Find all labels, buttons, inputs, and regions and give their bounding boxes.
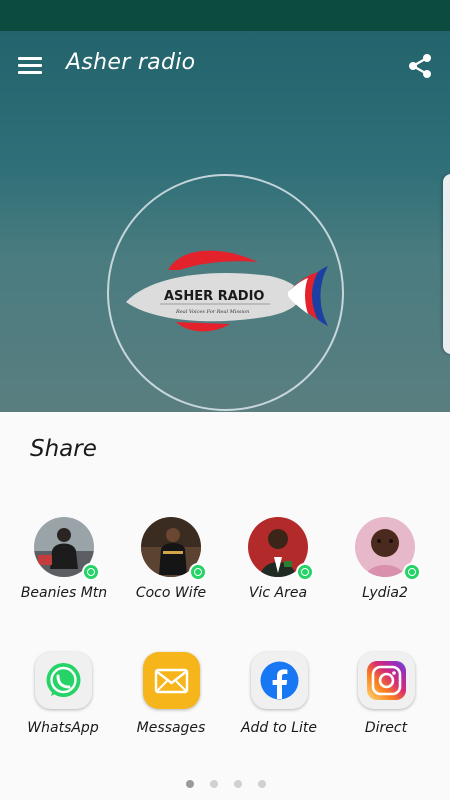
whatsapp-badge-icon <box>296 563 314 581</box>
app-title: Asher radio <box>66 50 196 75</box>
page-dot-4[interactable] <box>258 780 266 788</box>
station-logo-tagline: Real Voices For Real Mission <box>175 309 249 315</box>
contact-beanies-mtn[interactable]: Beanies Mtn <box>9 517 119 612</box>
share-target-label: Add to Lite <box>240 720 318 736</box>
share-icon[interactable] <box>406 52 434 80</box>
contact-label: Lydia2 <box>362 585 408 601</box>
share-target-messages[interactable]: Messages <box>111 652 231 742</box>
messages-envelope-icon <box>143 652 200 709</box>
contact-label: Vic Area <box>248 585 308 601</box>
contact-label: Coco Wife <box>135 585 207 601</box>
whatsapp-badge-icon <box>189 563 207 581</box>
hamburger-menu-icon[interactable] <box>18 55 42 75</box>
share-target-direct[interactable]: Direct <box>326 652 446 742</box>
contact-lydia2[interactable]: Lydia2 <box>330 517 440 612</box>
share-target-label: Direct <box>364 720 408 736</box>
station-logo-name: ASHER RADIO <box>164 289 264 304</box>
page-dot-3[interactable] <box>234 780 242 788</box>
share-target-whatsapp[interactable]: WhatsApp <box>3 652 123 742</box>
side-panel-handle[interactable] <box>443 174 450 354</box>
whatsapp-badge-icon <box>403 563 421 581</box>
contact-label: Beanies Mtn <box>20 585 108 601</box>
station-logo: ASHER RADIO Real Voices For Real Mission <box>120 240 332 340</box>
page-dot-1[interactable] <box>186 780 194 788</box>
facebook-icon <box>251 652 308 709</box>
page-dot-2[interactable] <box>210 780 218 788</box>
status-bar <box>0 0 450 31</box>
contact-vic-area[interactable]: Vic Area <box>223 517 333 612</box>
share-target-add-to-lite[interactable]: Add to Lite <box>219 652 339 742</box>
share-target-label: WhatsApp <box>27 720 99 736</box>
share-sheet-title: Share <box>30 436 97 462</box>
share-target-label: Messages <box>136 720 206 736</box>
whatsapp-icon <box>35 652 92 709</box>
page-indicator <box>181 780 271 790</box>
contact-coco-wife[interactable]: Coco Wife <box>116 517 226 612</box>
instagram-icon <box>358 652 415 709</box>
whatsapp-badge-icon <box>82 563 100 581</box>
